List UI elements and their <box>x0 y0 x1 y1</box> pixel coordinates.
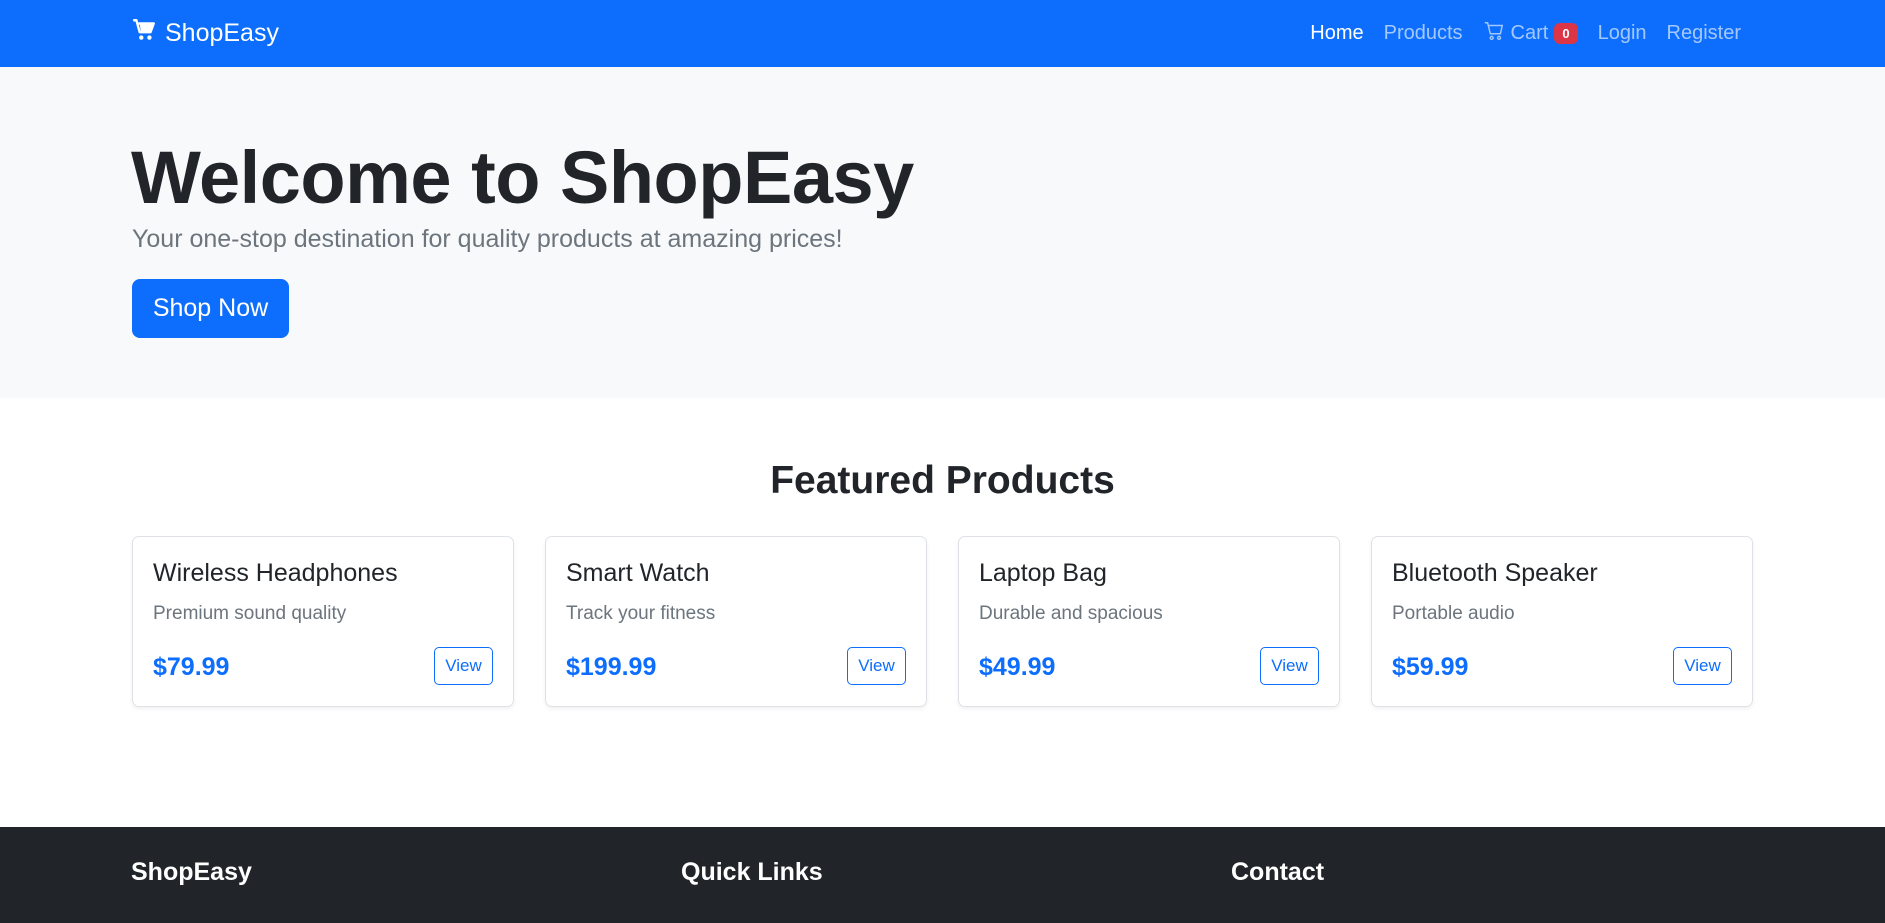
nav-links: Home Products Cart 0 Login Register <box>1310 0 1741 67</box>
product-price: $49.99 <box>979 653 1056 681</box>
shop-now-button[interactable]: Shop Now <box>132 279 289 338</box>
footer: ShopEasy Quick Links Contact <box>0 827 1885 923</box>
view-product-button[interactable]: View <box>434 647 493 685</box>
product-description: Track your fitness <box>566 603 716 624</box>
product-card: Bluetooth Speaker Portable audio $59.99 … <box>1371 536 1753 707</box>
cart-count-badge: 0 <box>1554 23 1578 44</box>
hero-section: Welcome to ShopEasy Your one-stop destin… <box>0 67 1885 398</box>
nav-home[interactable]: Home <box>1310 22 1363 45</box>
product-price: $59.99 <box>1392 653 1469 681</box>
featured-products-title: Featured Products <box>770 459 1115 502</box>
hero-subtitle: Your one-stop destination for quality pr… <box>132 225 843 253</box>
brand-link[interactable]: ShopEasy <box>131 0 279 67</box>
product-price: $199.99 <box>566 653 657 681</box>
nav-cart[interactable]: Cart 0 <box>1483 20 1578 48</box>
view-product-button[interactable]: View <box>847 647 906 685</box>
nav-login[interactable]: Login <box>1598 22 1647 45</box>
navbar: ShopEasy Home Products Cart 0 Login Regi… <box>0 0 1885 67</box>
product-card: Smart Watch Track your fitness $199.99 V… <box>545 536 927 707</box>
view-product-button[interactable]: View <box>1260 647 1319 685</box>
view-product-button[interactable]: View <box>1673 647 1732 685</box>
product-name: Bluetooth Speaker <box>1392 559 1598 587</box>
footer-brand: ShopEasy <box>131 858 252 886</box>
nav-products[interactable]: Products <box>1384 22 1463 45</box>
product-name: Laptop Bag <box>979 559 1107 587</box>
product-card: Wireless Headphones Premium sound qualit… <box>132 536 514 707</box>
product-name: Smart Watch <box>566 559 710 587</box>
product-description: Portable audio <box>1392 603 1515 624</box>
nav-cart-label: Cart <box>1510 22 1549 44</box>
footer-contact-heading: Contact <box>1231 858 1325 886</box>
cart-icon <box>131 17 157 50</box>
brand-name: ShopEasy <box>165 19 279 47</box>
product-grid: Wireless Headphones Premium sound qualit… <box>132 536 1753 707</box>
cart-outline-icon <box>1483 20 1505 48</box>
footer-quick-links-heading: Quick Links <box>681 858 823 886</box>
product-price: $79.99 <box>153 653 230 681</box>
hero-title: Welcome to ShopEasy <box>131 136 914 219</box>
nav-register[interactable]: Register <box>1667 22 1741 45</box>
product-description: Durable and spacious <box>979 603 1163 624</box>
product-description: Premium sound quality <box>153 603 347 624</box>
product-card: Laptop Bag Durable and spacious $49.99 V… <box>958 536 1340 707</box>
product-name: Wireless Headphones <box>153 559 398 587</box>
